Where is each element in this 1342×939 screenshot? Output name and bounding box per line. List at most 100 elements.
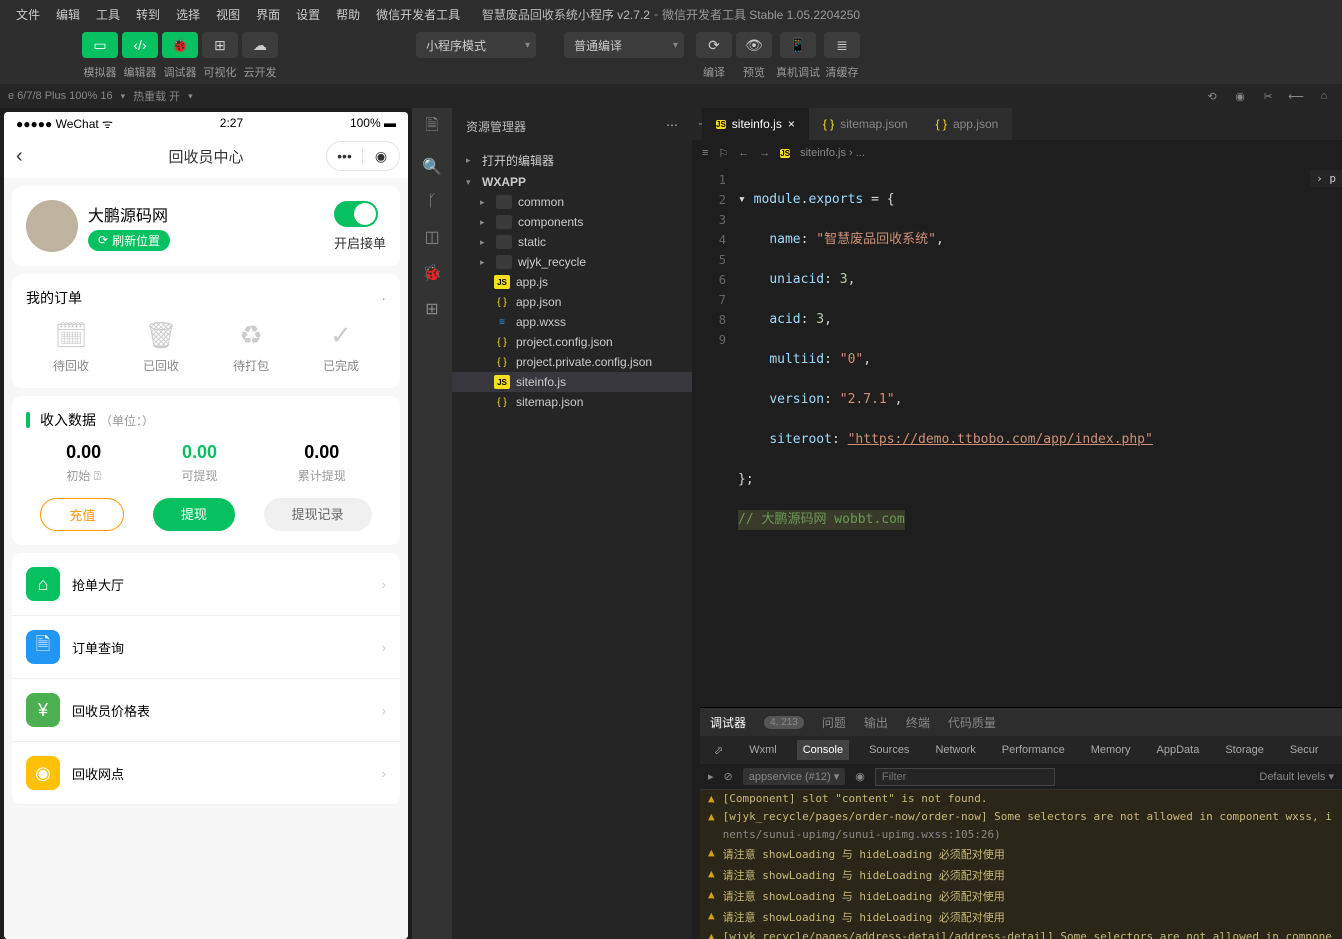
filter-input[interactable]: [875, 768, 1055, 786]
clear-console-icon[interactable]: ⊘: [724, 770, 733, 783]
toggle-sidebar-icon[interactable]: ▸: [708, 770, 714, 783]
menu-wxdev[interactable]: 微信开发者工具: [368, 6, 468, 23]
split-icon[interactable]: ⇥: [692, 108, 702, 140]
file-siteinfo[interactable]: JSsiteinfo.js: [452, 372, 692, 392]
quality-tab[interactable]: 代码质量: [948, 714, 996, 731]
folder-wjyk[interactable]: ▸wjyk_recycle: [452, 252, 692, 272]
console-network[interactable]: Network: [929, 740, 981, 760]
console-appdata[interactable]: AppData: [1151, 740, 1206, 760]
file-appwxss[interactable]: ≡app.wxss: [452, 312, 692, 332]
problems-tab[interactable]: 问题: [822, 714, 846, 731]
peek-tab[interactable]: › p: [1310, 170, 1342, 187]
eye-icon[interactable]: ◉: [855, 770, 865, 783]
output-tab[interactable]: 输出: [864, 714, 888, 731]
subbar: e 6/7/8 Plus 100% 16▾ 热重载 开▾ ⟲ ◉ ✂ ⟵ ⌂: [0, 84, 1342, 108]
list-icon[interactable]: ≡: [702, 147, 708, 159]
console-output[interactable]: ▲[Component] slot "content" is not found…: [700, 790, 1342, 939]
file-projconfig[interactable]: { }project.config.json: [452, 332, 692, 352]
tab-appjson[interactable]: { }app.json: [922, 108, 1013, 140]
menu-file[interactable]: 文件: [8, 6, 48, 23]
menu-icon[interactable]: •••: [327, 148, 363, 164]
hot-reload[interactable]: 热重载 开: [133, 88, 180, 104]
menu-tools[interactable]: 工具: [88, 6, 128, 23]
close-icon[interactable]: ×: [788, 117, 795, 131]
folder-static[interactable]: ▸static: [452, 232, 692, 252]
menu-select[interactable]: 选择: [168, 6, 208, 23]
realdebug-button[interactable]: 📱: [780, 32, 816, 58]
tab-sitemap[interactable]: { }sitemap.json: [809, 108, 922, 140]
more-icon[interactable]: ⋯: [666, 118, 678, 135]
menubar[interactable]: 文件 编辑 工具 转到 选择 视图 界面 设置 帮助 微信开发者工具: [0, 0, 1342, 28]
withdraw-button[interactable]: 提现: [153, 498, 235, 531]
breadcrumb[interactable]: siteinfo.js › ...: [800, 147, 865, 159]
files-icon[interactable]: 🗎: [426, 114, 439, 141]
home-icon[interactable]: ⌂: [1314, 90, 1334, 102]
file-projprivate[interactable]: { }project.private.config.json: [452, 352, 692, 372]
menu-settings[interactable]: 设置: [288, 6, 328, 23]
folder-components[interactable]: ▸components: [452, 212, 692, 232]
close-icon[interactable]: ◉: [363, 148, 399, 165]
debugger-tab[interactable]: 调试器: [710, 714, 746, 731]
order-done[interactable]: ✓已完成: [323, 320, 359, 374]
list-item-point[interactable]: ◉回收网点›: [12, 742, 400, 805]
mode-dropdown[interactable]: 小程序模式: [416, 32, 536, 58]
capsule[interactable]: •••◉: [326, 141, 400, 171]
record-icon[interactable]: ◉: [1230, 90, 1250, 103]
menu-help[interactable]: 帮助: [328, 6, 368, 23]
back-arrow-icon[interactable]: ←: [738, 147, 749, 159]
bug-icon[interactable]: 🐞: [422, 263, 442, 283]
withdraw-history-button[interactable]: 提现记录: [264, 498, 372, 531]
bookmark-icon[interactable]: ⚐: [718, 147, 728, 160]
file-sitemap[interactable]: { }sitemap.json: [452, 392, 692, 412]
menu-goto[interactable]: 转到: [128, 6, 168, 23]
tab-editor[interactable]: ‹/›: [122, 32, 158, 58]
fwd-arrow-icon[interactable]: →: [759, 147, 770, 159]
menu-ui[interactable]: 界面: [248, 6, 288, 23]
menu-edit[interactable]: 编辑: [48, 6, 88, 23]
levels-dropdown[interactable]: Default levels ▾: [1259, 770, 1334, 783]
ext-icon[interactable]: ⊞: [425, 299, 438, 319]
inspect-icon[interactable]: ⬀: [708, 740, 729, 761]
build-dropdown[interactable]: 普通编译: [564, 32, 684, 58]
console-storage[interactable]: Storage: [1219, 740, 1270, 760]
clearcache-button[interactable]: ≣: [824, 32, 860, 58]
tab-siteinfo[interactable]: JSsiteinfo.js×: [702, 108, 809, 140]
console-perf[interactable]: Performance: [996, 740, 1071, 760]
box-icon[interactable]: ◫: [424, 227, 439, 247]
console-wxml[interactable]: Wxml: [743, 740, 783, 760]
list-item-query[interactable]: 🗎订单查询›: [12, 616, 400, 679]
console-secur[interactable]: Secur: [1284, 740, 1325, 760]
accept-order-toggle[interactable]: [334, 201, 378, 227]
terminal-tab[interactable]: 终端: [906, 714, 930, 731]
branch-icon[interactable]: ᚴ: [427, 193, 437, 211]
tab-simulator[interactable]: ▭: [82, 32, 118, 58]
open-editors-section[interactable]: ▸打开的编辑器: [452, 149, 692, 172]
root-folder[interactable]: ▾WXAPP: [452, 172, 692, 192]
back-icon[interactable]: ⟵: [1286, 90, 1306, 103]
console-sources[interactable]: Sources: [863, 740, 915, 760]
folder-common[interactable]: ▸common: [452, 192, 692, 212]
order-collected[interactable]: 🗑已回收: [143, 320, 179, 374]
console-console[interactable]: Console: [797, 740, 849, 760]
context-dropdown[interactable]: appservice (#12) ▾: [743, 768, 846, 785]
tab-visual[interactable]: ⊞: [202, 32, 238, 58]
refresh-location-button[interactable]: ⟳ 刷新位置: [88, 230, 170, 251]
rotate-icon[interactable]: ⟲: [1202, 90, 1222, 103]
file-appjs[interactable]: JSapp.js: [452, 272, 692, 292]
list-item-price[interactable]: ¥回收员价格表›: [12, 679, 400, 742]
back-button[interactable]: ‹: [16, 145, 23, 168]
order-packed[interactable]: ♻待打包: [233, 320, 269, 374]
list-item-grab[interactable]: ⌂抢单大厅›: [12, 553, 400, 616]
order-pending[interactable]: 🗓待回收: [53, 320, 89, 374]
tab-debugger[interactable]: 🐞: [162, 32, 198, 58]
device-info[interactable]: e 6/7/8 Plus 100% 16: [8, 90, 113, 102]
console-memory[interactable]: Memory: [1085, 740, 1137, 760]
cut-icon[interactable]: ✂: [1258, 90, 1278, 103]
tab-cloud[interactable]: ☁: [242, 32, 278, 58]
recharge-button[interactable]: 充值: [40, 498, 124, 531]
menu-view[interactable]: 视图: [208, 6, 248, 23]
search-icon[interactable]: 🔍: [422, 157, 442, 177]
preview-button[interactable]: 👁: [736, 32, 772, 58]
compile-button[interactable]: ⟳: [696, 32, 732, 58]
file-appjson[interactable]: { }app.json: [452, 292, 692, 312]
